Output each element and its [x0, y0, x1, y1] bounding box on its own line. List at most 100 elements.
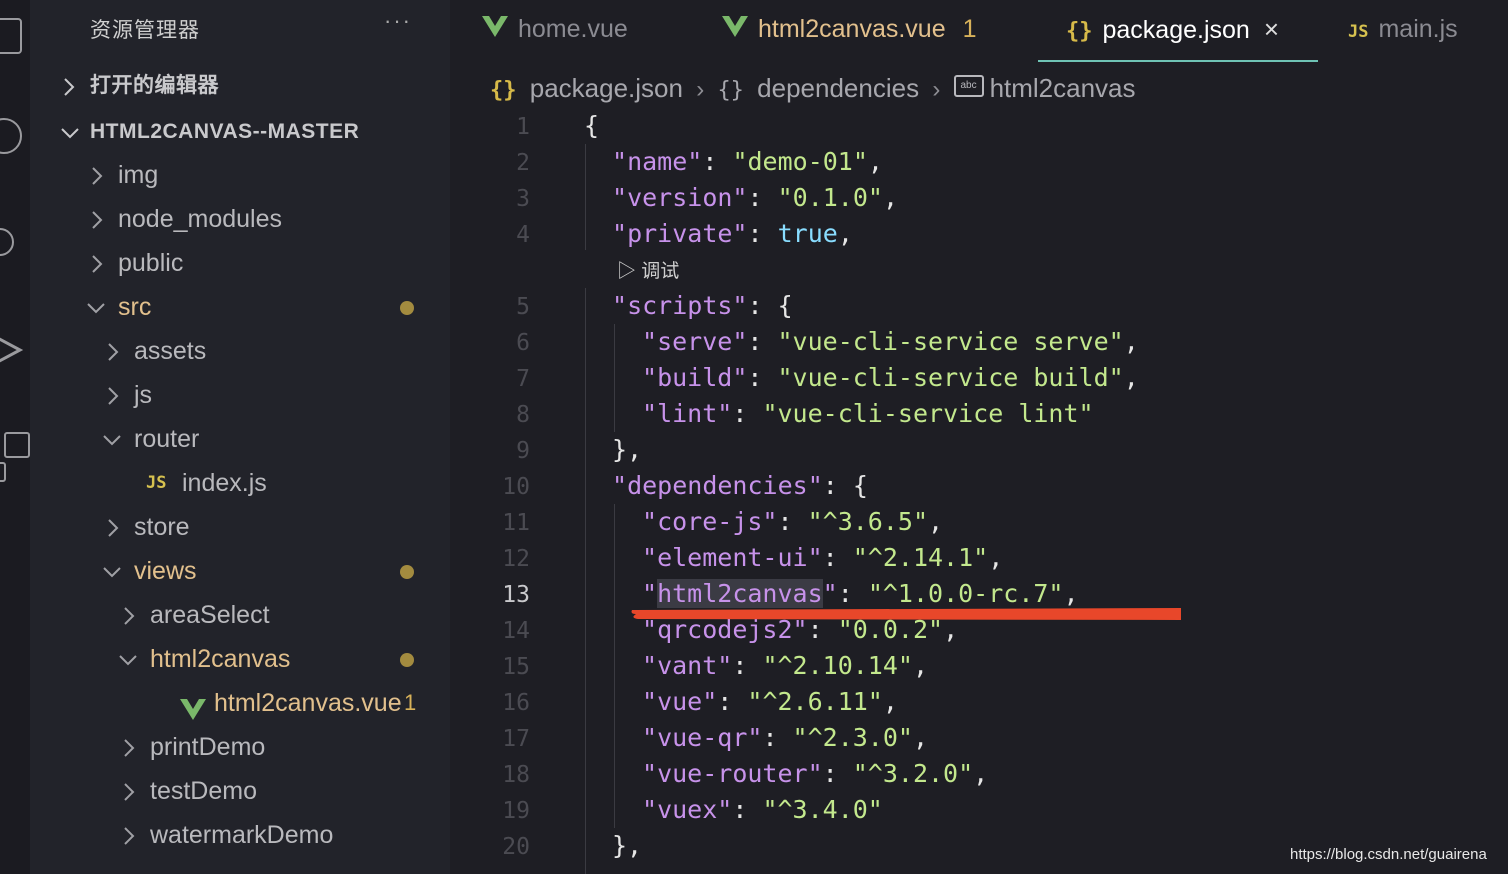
code-line[interactable]: "vue-router": "^3.2.0", — [642, 759, 988, 788]
code-line[interactable]: "vue-qr": "^2.3.0", — [642, 723, 928, 752]
chevron-right-icon — [90, 241, 112, 285]
source-control-icon[interactable] — [0, 228, 14, 256]
tab-main-js[interactable]: JS main.js — [1348, 0, 1458, 62]
code-line[interactable]: "private": true, — [612, 219, 853, 248]
code-line[interactable]: "dependencies": { — [612, 471, 868, 500]
close-icon[interactable]: × — [1264, 14, 1279, 44]
chevron-down-icon — [118, 637, 140, 681]
quote: " — [732, 363, 748, 392]
tree-item-label: html2canvas.vue — [214, 689, 402, 717]
code-line[interactable]: }, — [612, 435, 642, 464]
more-actions-button[interactable]: ··· — [384, 8, 412, 34]
tree-item-label: node_modules — [118, 205, 283, 233]
trailing-comma: , — [988, 543, 1004, 572]
tree-item-label: store — [134, 513, 190, 541]
quote: " — [642, 795, 658, 824]
json-string-value: "demo-01" — [732, 147, 868, 176]
tree-item-label: src — [118, 293, 152, 321]
code-line[interactable]: "vue": "^2.6.11", — [642, 687, 898, 716]
quote: " — [642, 687, 658, 716]
colon: : — [762, 723, 793, 752]
tree-item[interactable]: js — [30, 373, 450, 417]
run-debug-icon[interactable] — [0, 330, 24, 366]
code-line[interactable]: "version": "0.1.0", — [612, 183, 898, 212]
project-section[interactable]: HTML2CANVAS--MASTER — [30, 110, 450, 154]
colon: : — [777, 507, 808, 536]
line-number: 20 — [502, 834, 530, 860]
open-brace: { — [777, 291, 793, 320]
quote: " — [807, 543, 823, 572]
json-key: serve — [657, 327, 733, 356]
code-line[interactable]: "lint": "vue-cli-service lint" — [642, 399, 1094, 428]
tree-item[interactable]: src — [30, 285, 450, 329]
trailing-comma: , — [882, 687, 898, 716]
code-line[interactable]: "scripts": { — [612, 291, 793, 320]
tree-item[interactable]: assets — [30, 329, 450, 373]
tree-item[interactable]: areaSelect — [30, 593, 450, 637]
chevron-right-icon: › — [932, 76, 941, 103]
editor-tab-bar: home.vue html2canvas.vue 1 {} package.jso… — [450, 0, 1508, 62]
code-line[interactable]: "serve": "vue-cli-service serve", — [642, 327, 1139, 356]
breadcrumb-section[interactable]: dependencies — [757, 73, 919, 103]
json-key: element-ui — [657, 543, 808, 572]
code-line[interactable]: }, — [612, 831, 642, 860]
tree-item-label: testDemo — [150, 777, 257, 805]
breadcrumb-symbol[interactable]: html2canvas — [990, 73, 1136, 103]
open-editors-section[interactable]: 打开的编辑器 — [30, 64, 450, 108]
tree-item[interactable]: printDemo — [30, 725, 450, 769]
code-line[interactable]: "vuex": "^3.4.0" — [642, 795, 883, 824]
search-icon[interactable] — [0, 118, 22, 154]
tree-item[interactable]: JS index.js — [30, 461, 450, 505]
trailing-comma: , — [912, 651, 929, 680]
quote: " — [732, 291, 748, 320]
quote: " — [612, 183, 628, 212]
chevron-down-icon — [60, 110, 82, 154]
json-key: dependencies — [627, 471, 808, 500]
tree-item[interactable]: store — [30, 505, 450, 549]
open-brace: { — [852, 471, 868, 500]
tree-item[interactable]: img — [30, 153, 450, 197]
json-key: vant — [657, 651, 718, 680]
extensions-icon[interactable] — [4, 432, 30, 458]
code-line[interactable]: "name": "demo-01", — [612, 147, 883, 176]
modified-dot — [400, 653, 414, 667]
tree-item[interactable]: node_modules — [30, 197, 450, 241]
colon: : — [747, 291, 778, 320]
colon: : — [732, 651, 763, 680]
tree-item-label: public — [118, 249, 184, 277]
trailing-comma: , — [837, 219, 853, 248]
code-line[interactable]: "vant": "^2.10.14", — [642, 651, 928, 680]
quote: " — [612, 147, 628, 176]
quote: " — [717, 399, 733, 428]
problem-count-badge: 1 — [962, 15, 977, 43]
files-icon[interactable] — [0, 18, 22, 54]
punctuation: }, — [612, 831, 643, 860]
tab-package-json[interactable]: {} package.json × — [1038, 0, 1318, 62]
code-line[interactable]: { — [584, 111, 599, 140]
code-line[interactable]: "core-js": "^3.6.5", — [642, 507, 943, 536]
json-string-value: "vue-cli-service serve" — [777, 327, 1124, 356]
tree-item[interactable]: router — [30, 417, 450, 461]
code-line[interactable]: "build": "vue-cli-service build", — [642, 363, 1139, 392]
json-key: vue — [657, 687, 703, 716]
json-string-value: "vue-cli-service build" — [777, 363, 1124, 392]
tree-item[interactable]: views — [30, 549, 450, 593]
code-line[interactable]: "element-ui": "^2.14.1", — [642, 543, 1003, 572]
tree-item[interactable]: public — [30, 241, 450, 285]
quote: " — [642, 327, 658, 356]
trailing-comma: , — [1123, 327, 1139, 356]
indent-guide — [614, 324, 615, 432]
json-icon: {} — [490, 78, 517, 103]
breadcrumb-file[interactable]: package.json — [530, 73, 683, 103]
tree-item[interactable]: testDemo — [30, 769, 450, 813]
tree-item[interactable]: html2canvas — [30, 637, 450, 681]
debug-codelens[interactable]: ▷ 调试 — [617, 256, 679, 283]
tree-item[interactable]: html2canvas.vue 1 — [30, 681, 450, 725]
quote: " — [642, 399, 658, 428]
tree-item[interactable]: watermarkDemo — [30, 813, 450, 857]
tab-home-vue[interactable]: home.vue — [482, 0, 628, 62]
quote: " — [642, 759, 658, 788]
tab-html2canvas-vue[interactable]: html2canvas.vue 1 — [722, 0, 976, 62]
quote: " — [642, 363, 658, 392]
json-string-value: "0.1.0" — [777, 183, 883, 212]
